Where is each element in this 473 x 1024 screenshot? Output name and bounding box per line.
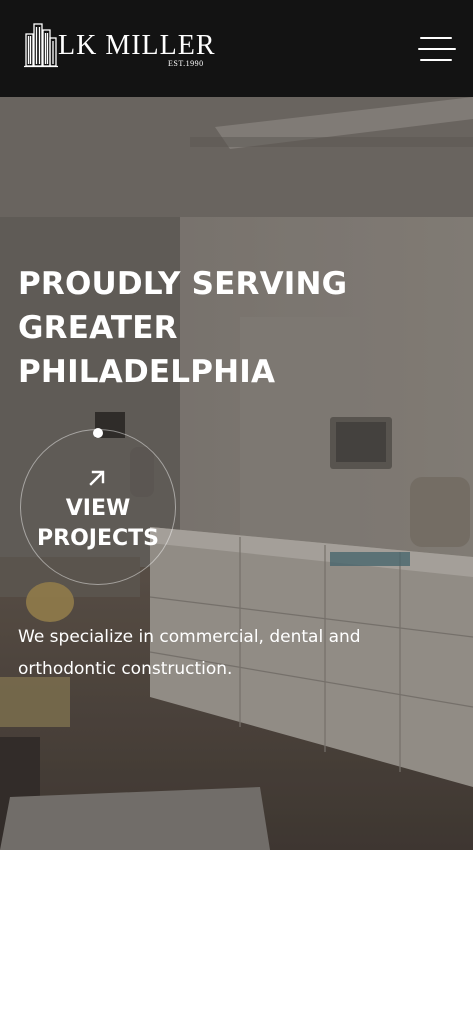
hamburger-menu-icon[interactable] — [418, 36, 456, 62]
logo-established: EST.1990 — [168, 59, 204, 68]
hero-description-line: orthodontic construction. — [18, 659, 233, 679]
view-projects-button[interactable]: VIEW PROJECTS — [20, 428, 176, 585]
hero-description-line: We specialize in commercial, dental and — [18, 627, 361, 647]
hero-title-line: PHILADELPHIA — [18, 354, 276, 390]
building-icon — [24, 23, 58, 68]
logo[interactable]: LK MILLER EST.1990 — [24, 22, 216, 70]
view-projects-label-line[interactable]: VIEW — [21, 494, 175, 524]
hero-title-line: GREATER — [18, 310, 178, 346]
hero-title-line: PROUDLY SERVING — [18, 266, 348, 302]
site-header: LK MILLER EST.1990 — [0, 0, 473, 97]
page-content-below — [0, 850, 473, 1024]
hero-title: PROUDLY SERVING GREATER PHILADELPHIA — [18, 262, 448, 394]
hero-section: PROUDLY SERVING GREATER PHILADELPHIA VIE… — [0, 97, 473, 850]
hero-description: We specialize in commercial, dental and … — [18, 621, 418, 685]
view-projects-label[interactable]: VIEW PROJECTS — [21, 494, 175, 554]
arrow-up-right-icon — [89, 470, 105, 486]
circle-dot-icon — [93, 428, 103, 438]
logo-name: LK MILLER — [58, 30, 216, 61]
view-projects-label-line[interactable]: PROJECTS — [21, 524, 175, 554]
